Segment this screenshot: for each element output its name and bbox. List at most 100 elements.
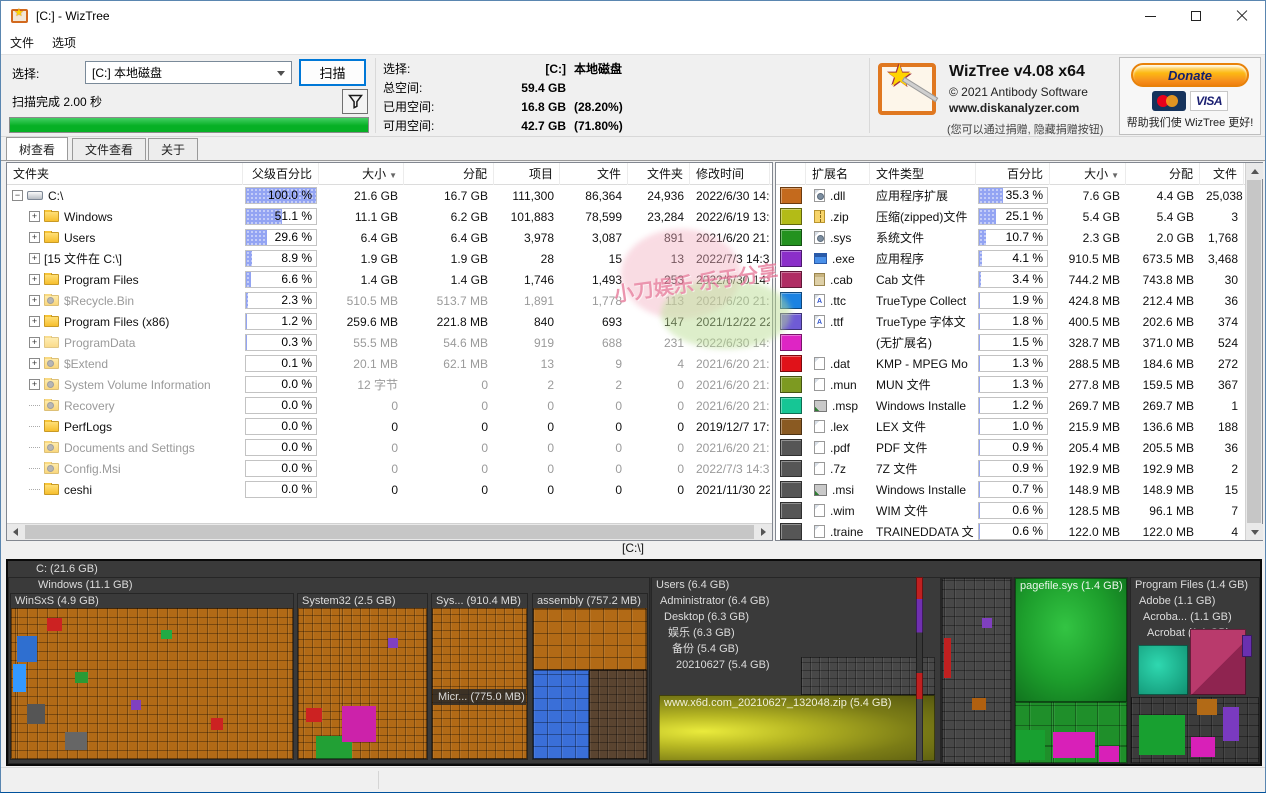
column-header-扩展名[interactable]: 扩展名	[806, 163, 870, 185]
column-header-大小[interactable]: 大小▼	[319, 163, 404, 185]
column-header-百分比[interactable]: 百分比	[976, 163, 1050, 185]
collapse-icon[interactable]: −	[12, 190, 23, 201]
treemap-label-system32[interactable]: System32 (2.5 GB)	[297, 593, 428, 609]
treemap-mosaic-assembly-blue[interactable]	[533, 670, 589, 759]
treemap-label-assembly[interactable]: assembly (757.2 MB)	[532, 593, 648, 609]
treemap-mosaic-programfiles-bottom[interactable]	[1131, 697, 1259, 763]
table-row[interactable]: .traineTRAINEDDATA 文0.6 %122.0 MB122.0 M…	[776, 521, 1262, 542]
donate-button[interactable]: Donate	[1131, 63, 1249, 87]
treemap-label-sys[interactable]: Sys... (910.4 MB)	[431, 593, 528, 609]
treemap-label-desktop[interactable]: Desktop (6.3 GB)	[651, 609, 941, 625]
treemap-region-winsxs[interactable]: WinSxS (4.9 GB)	[10, 593, 294, 760]
expand-icon[interactable]: +	[29, 253, 40, 264]
column-header-项目[interactable]: 项目	[494, 163, 560, 185]
treemap-label-yule[interactable]: 娱乐 (6.3 GB)	[651, 625, 941, 641]
treemap-region-windows[interactable]: Windows (11.1 GB) WinSxS (4.9 GB) System…	[8, 577, 650, 764]
column-header-文件[interactable]: 文件	[560, 163, 628, 185]
horizontal-scroll-thumb[interactable]	[25, 525, 754, 539]
table-row[interactable]: .wimWIM 文件0.6 %128.5 MB96.1 MB7	[776, 500, 1262, 521]
maximize-button[interactable]	[1173, 1, 1219, 31]
treemap-label-zip[interactable]: www.x6d.com_20210627_132048.zip (5.4 GB)	[659, 695, 935, 711]
table-row[interactable]: .zip压缩(zipped)文件25.1 %5.4 GB5.4 GB3	[776, 206, 1262, 227]
table-row[interactable]: .lexLEX 文件1.0 %215.9 MB136.6 MB188	[776, 416, 1262, 437]
table-row[interactable]: .cabCab 文件3.4 %744.2 MB743.8 MB30	[776, 269, 1262, 290]
expand-icon[interactable]: +	[29, 295, 40, 306]
tab-文件查看[interactable]: 文件查看	[72, 138, 146, 160]
treemap-strip[interactable]	[916, 577, 923, 762]
treemap-mosaic-winsxs[interactable]	[11, 608, 293, 759]
filter-button[interactable]	[342, 89, 368, 114]
column-header-修改时间[interactable]: 修改时间	[690, 163, 770, 185]
menu-file[interactable]: 文件	[1, 31, 43, 54]
expand-icon[interactable]: +	[29, 358, 40, 369]
table-row[interactable]: .munMUN 文件1.3 %277.8 MB159.5 MB367	[776, 374, 1262, 395]
table-row[interactable]: .dll应用程序扩展35.3 %7.6 GB4.4 GB25,038	[776, 185, 1262, 206]
treemap-region-system32[interactable]: System32 (2.5 GB)	[297, 593, 428, 760]
table-row[interactable]: +$Extend0.1 %20.1 MB62.1 MB13942021/6/20…	[7, 353, 772, 374]
table-row[interactable]: ceshi0.0 %000002021/11/30 22	[7, 479, 772, 500]
treemap-region-graycol[interactable]	[941, 577, 1012, 764]
expand-icon[interactable]: +	[29, 337, 40, 348]
minimize-button[interactable]	[1127, 1, 1173, 31]
table-row[interactable]: PerfLogs0.0 %000002019/12/7 17:1	[7, 416, 772, 437]
treemap-region-programfiles[interactable]: Program Files (1.4 GB) Adobe (1.1 GB) Ac…	[1130, 577, 1260, 764]
table-row[interactable]: A.ttcTrueType Collect1.9 %424.8 MB212.4 …	[776, 290, 1262, 311]
expand-icon[interactable]: +	[29, 274, 40, 285]
treemap[interactable]: C: (21.6 GB) Windows (11.1 GB) WinSxS (4…	[6, 559, 1262, 766]
table-row[interactable]: Recovery0.0 %000002021/6/20 21:1	[7, 395, 772, 416]
treemap-mosaic-assembly-brown[interactable]	[589, 670, 647, 759]
expand-icon[interactable]: +	[29, 316, 40, 327]
table-row[interactable]: .msiWindows Installe0.7 %148.9 MB148.9 M…	[776, 479, 1262, 500]
table-row[interactable]: +Program Files6.6 %1.4 GB1.4 GB1,7461,49…	[7, 269, 772, 290]
table-row[interactable]: (无扩展名)1.5 %328.7 MB371.0 MB524	[776, 332, 1262, 353]
treemap-mosaic-users-gray[interactable]	[801, 657, 935, 695]
treemap-mosaic-assembly-top[interactable]	[533, 608, 647, 670]
treemap-mosaic-pagefile-bottom[interactable]	[1015, 702, 1127, 763]
table-row[interactable]: +Users29.6 %6.4 GB6.4 GB3,9783,087891202…	[7, 227, 772, 248]
table-row[interactable]: +Windows51.1 %11.1 GB6.2 GB101,88378,599…	[7, 206, 772, 227]
scan-button[interactable]: 扫描	[299, 59, 366, 86]
treemap-label-administrator[interactable]: Administrator (6.4 GB)	[651, 593, 941, 609]
menu-options[interactable]: 选项	[43, 31, 85, 54]
drive-combobox[interactable]: [C:] 本地磁盘	[85, 61, 292, 84]
vertical-scrollbar[interactable]	[1245, 163, 1262, 540]
table-row[interactable]: .exe应用程序4.1 %910.5 MB673.5 MB3,468	[776, 248, 1262, 269]
treemap-label-beifen[interactable]: 备份 (5.4 GB)	[651, 641, 941, 657]
treemap-label-windows[interactable]: Windows (11.1 GB)	[8, 577, 650, 593]
table-row[interactable]: .datKMP - MPEG Mo1.3 %288.5 MB184.6 MB27…	[776, 353, 1262, 374]
table-row[interactable]: +System Volume Information0.0 %12 字节0220…	[7, 374, 772, 395]
scroll-down-button[interactable]	[1246, 524, 1263, 540]
treemap-label-adobe[interactable]: Adobe (1.1 GB)	[1130, 593, 1260, 609]
table-row[interactable]: +[15 文件在 C:\]8.9 %1.9 GB1.9 GB2815132022…	[7, 248, 772, 269]
expand-icon[interactable]: +	[29, 211, 40, 222]
column-header-文件类型[interactable]: 文件类型	[870, 163, 976, 185]
scroll-up-button[interactable]	[1246, 163, 1263, 179]
table-row[interactable]: .sys系统文件10.7 %2.3 GB2.0 GB1,768	[776, 227, 1262, 248]
table-row[interactable]: Documents and Settings0.0 %000002021/6/2…	[7, 437, 772, 458]
column-header-swatch[interactable]	[776, 163, 806, 185]
table-row[interactable]: .pdfPDF 文件0.9 %205.4 MB205.5 MB36	[776, 437, 1262, 458]
treemap-mosaic-sys[interactable]	[432, 608, 527, 759]
treemap-region-assembly[interactable]: assembly (757.2 MB)	[532, 593, 648, 760]
treemap-region-users[interactable]: Users (6.4 GB) Administrator (6.4 GB) De…	[651, 577, 941, 764]
treemap-label-c[interactable]: C: (21.6 GB)	[8, 561, 1260, 577]
table-row[interactable]: +Program Files (x86)1.2 %259.6 MB221.8 M…	[7, 311, 772, 332]
treemap-label-micr[interactable]: Micr... (775.0 MB)	[433, 689, 526, 705]
column-header-文件夹[interactable]: 文件夹	[628, 163, 690, 185]
treemap-block-purple[interactable]	[1242, 635, 1252, 657]
treemap-block-pink[interactable]	[1190, 629, 1246, 695]
column-header-分配[interactable]: 分配	[1126, 163, 1200, 185]
expand-icon[interactable]: +	[29, 232, 40, 243]
column-header-父级百分比[interactable]: 父级百分比	[243, 163, 319, 185]
treemap-mosaic-graycol[interactable]	[942, 578, 1011, 763]
scroll-right-button[interactable]	[755, 524, 772, 540]
table-row[interactable]: +ProgramData0.3 %55.5 MB54.6 MB919688231…	[7, 332, 772, 353]
treemap-label-programfiles[interactable]: Program Files (1.4 GB)	[1130, 577, 1260, 593]
column-header-大小[interactable]: 大小▼	[1050, 163, 1126, 185]
treemap-label-acroba[interactable]: Acroba... (1.1 GB)	[1130, 609, 1260, 625]
close-button[interactable]	[1219, 1, 1265, 31]
treemap-mosaic-system32[interactable]	[298, 608, 427, 759]
treemap-block-teal[interactable]	[1138, 645, 1188, 695]
treemap-label-pagefile[interactable]: pagefile.sys (1.4 GB)	[1015, 578, 1127, 594]
treemap-label-winsxs[interactable]: WinSxS (4.9 GB)	[10, 593, 294, 609]
